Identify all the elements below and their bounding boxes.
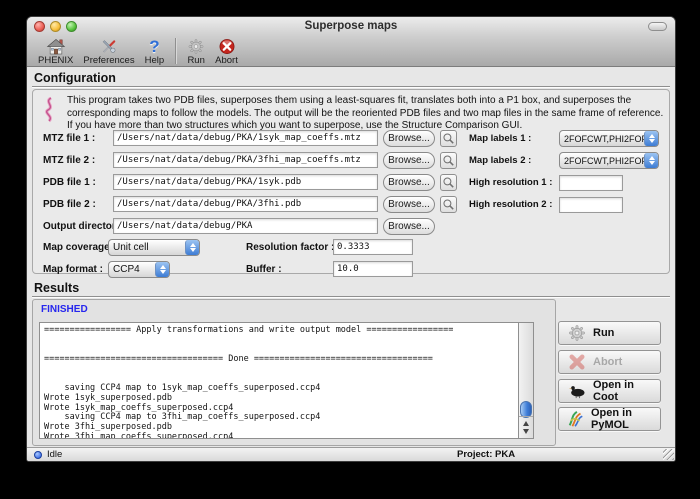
pdb-file-2-inspect-button[interactable] — [440, 196, 457, 213]
configuration-panel: This program takes two PDB files, superp… — [32, 89, 670, 274]
magnifier-icon — [442, 198, 455, 211]
map-format-select[interactable]: CCP4 — [108, 261, 170, 278]
help-button[interactable]: ? Help — [140, 37, 170, 67]
pdb-file-2-label: PDB file 2 : — [43, 199, 96, 210]
coot-bird-icon — [567, 381, 587, 401]
pdb-file-2-input[interactable] — [113, 196, 378, 212]
scroll-up-icon[interactable] — [523, 421, 529, 426]
toolbar-toggle-pill[interactable] — [648, 22, 667, 31]
buffer-label: Buffer : — [246, 264, 282, 275]
status-badge: FINISHED — [41, 304, 88, 315]
configuration-rule — [32, 86, 670, 87]
run-button-label: Run — [593, 327, 614, 339]
magnifier-icon — [442, 154, 455, 167]
mtz-file-2-browse-button[interactable]: Browse... — [383, 152, 435, 169]
help-question-icon: ? — [149, 37, 159, 55]
project-label: Project: PKA — [457, 449, 515, 460]
preferences-button[interactable]: Preferences — [78, 37, 139, 67]
mtz-file-2-label: MTZ file 2 : — [43, 155, 95, 166]
resize-grip[interactable] — [663, 449, 674, 460]
high-resolution-2-label: High resolution 2 : — [469, 199, 552, 210]
magnifier-icon — [442, 132, 455, 145]
resolution-factor-input[interactable] — [333, 239, 413, 255]
toolbar: PHENIX Preferences ? Help — [27, 36, 675, 67]
configuration-heading: Configuration — [34, 71, 116, 85]
map-format-label: Map format : — [43, 264, 103, 275]
high-resolution-1-label: High resolution 1 : — [469, 177, 552, 188]
mtz-file-1-inspect-button[interactable] — [440, 130, 457, 147]
run-gear-icon — [567, 323, 587, 343]
popup-stepper-icon — [155, 262, 169, 277]
toolbar-separator — [175, 38, 176, 64]
mtz-file-2-input[interactable] — [113, 152, 378, 168]
run-label: Run — [187, 55, 204, 66]
pymol-ribbon-icon — [567, 409, 585, 429]
open-in-coot-button[interactable]: Open in Coot — [558, 379, 661, 403]
phenix-label: PHENIX — [38, 55, 73, 66]
results-heading: Results — [34, 281, 79, 295]
open-in-coot-label: Open in Coot — [593, 379, 660, 403]
run-button[interactable]: Run — [558, 321, 661, 345]
mtz-file-2-inspect-button[interactable] — [440, 152, 457, 169]
molecule-icon — [42, 97, 59, 128]
console-scrollbar[interactable] — [518, 322, 534, 439]
results-rule — [32, 296, 670, 297]
title-bar[interactable]: Superpose maps — [27, 17, 675, 36]
buffer-input[interactable] — [333, 261, 413, 277]
resolution-factor-label: Resolution factor : — [246, 242, 334, 253]
map-labels-2-label: Map labels 2 : — [469, 155, 531, 166]
abort-button[interactable]: Abort — [558, 350, 661, 374]
preferences-label: Preferences — [83, 55, 134, 66]
output-directory-browse-button[interactable]: Browse... — [383, 218, 435, 235]
log-console[interactable]: ================= Apply transformations … — [39, 322, 518, 439]
scrollbar-arrows[interactable] — [519, 416, 533, 438]
magnifier-icon — [442, 176, 455, 189]
open-in-pymol-button[interactable]: Open in PyMOL — [558, 407, 661, 431]
pdb-file-1-label: PDB file 1 : — [43, 177, 96, 188]
map-labels-2-select[interactable]: 2FOFCWT,PHI2FOF... — [559, 152, 659, 169]
status-bar: Idle Project: PKA — [27, 447, 675, 461]
high-resolution-2-input[interactable] — [559, 197, 623, 213]
pdb-file-1-input[interactable] — [113, 174, 378, 190]
popup-stepper-icon — [644, 153, 658, 168]
status-text: Idle — [47, 449, 62, 460]
run-toolbar-button[interactable]: Run — [182, 37, 210, 67]
pdb-file-1-inspect-button[interactable] — [440, 174, 457, 191]
abort-button-label: Abort — [593, 356, 622, 368]
pdb-file-2-browse-button[interactable]: Browse... — [383, 196, 435, 213]
abort-label: Abort — [215, 55, 238, 66]
app-window: Superpose maps PHENIX — [26, 16, 676, 462]
abort-x-icon — [567, 352, 587, 372]
high-resolution-1-input[interactable] — [559, 175, 623, 191]
popup-stepper-icon — [644, 131, 658, 146]
map-coverage-select[interactable]: Unit cell — [108, 239, 200, 256]
popup-stepper-icon — [185, 240, 199, 255]
pdb-file-1-browse-button[interactable]: Browse... — [383, 174, 435, 191]
mtz-file-1-label: MTZ file 1 : — [43, 133, 95, 144]
abort-x-icon — [218, 37, 236, 55]
open-in-pymol-label: Open in PyMOL — [591, 407, 660, 431]
idle-status-icon — [34, 451, 42, 459]
run-gear-icon — [187, 37, 205, 55]
mtz-file-1-input[interactable] — [113, 130, 378, 146]
mtz-file-1-browse-button[interactable]: Browse... — [383, 130, 435, 147]
map-coverage-label: Map coverage : — [43, 242, 116, 253]
program-description: This program takes two PDB files, superp… — [67, 95, 667, 133]
phenix-button[interactable]: PHENIX — [33, 37, 78, 67]
map-labels-1-label: Map labels 1 : — [469, 133, 531, 144]
output-directory-input[interactable] — [113, 218, 378, 234]
scroll-down-icon[interactable] — [523, 429, 529, 434]
phenix-home-icon — [46, 37, 66, 55]
abort-toolbar-button[interactable]: Abort — [210, 37, 243, 67]
help-label: Help — [145, 55, 165, 66]
window-title: Superpose maps — [27, 20, 675, 32]
tools-icon — [99, 37, 119, 55]
content-area: Configuration This program takes two PDB… — [27, 68, 675, 447]
map-labels-1-select[interactable]: 2FOFCWT,PHI2FOF... — [559, 130, 659, 147]
results-panel: FINISHED ================= Apply transfo… — [32, 299, 556, 446]
